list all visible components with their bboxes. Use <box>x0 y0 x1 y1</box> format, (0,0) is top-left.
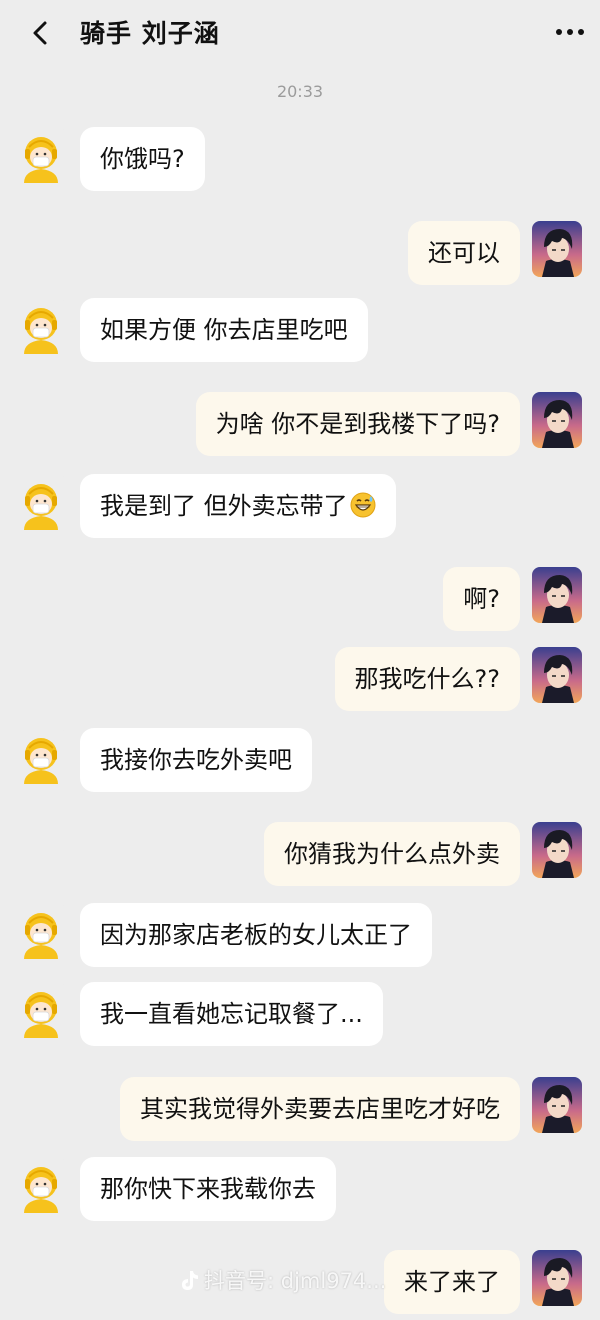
message-timestamp: 20:33 <box>276 82 324 101</box>
rider-character-icon <box>16 298 66 354</box>
message-row: 我是到了 但外卖忘带了 <box>0 474 600 544</box>
rider-avatar[interactable] <box>16 127 66 183</box>
douyin-logo-icon <box>182 1271 198 1290</box>
anime-boy-icon <box>532 392 582 448</box>
message-row: 你饿吗? <box>0 127 600 197</box>
rider-character-icon <box>16 474 66 530</box>
message-row: 那你快下来我载你去 <box>0 1157 600 1227</box>
message-bubble[interactable]: 啊? <box>443 567 520 631</box>
rider-character-icon <box>16 127 66 183</box>
user-avatar[interactable] <box>532 567 582 623</box>
rider-avatar[interactable] <box>16 474 66 530</box>
watermark-text: 抖音号: djml974... <box>204 1269 387 1293</box>
message-bubble[interactable]: 我是到了 但外卖忘带了 <box>80 474 396 538</box>
message-bubble[interactable]: 我接你去吃外卖吧 <box>80 728 312 792</box>
message-bubble[interactable]: 其实我觉得外卖要去店里吃才好吃 <box>120 1077 520 1141</box>
rider-avatar[interactable] <box>16 1157 66 1213</box>
anime-boy-icon <box>532 567 582 623</box>
message-bubble[interactable]: 你饿吗? <box>80 127 205 191</box>
message-row: 啊? <box>0 567 600 637</box>
user-avatar[interactable] <box>532 647 582 703</box>
user-avatar[interactable] <box>532 1250 582 1306</box>
user-avatar[interactable] <box>532 1077 582 1133</box>
rider-character-icon <box>16 903 66 959</box>
message-bubble[interactable]: 那你快下来我载你去 <box>80 1157 336 1221</box>
rider-character-icon <box>16 1157 66 1213</box>
chat-title: 骑手 刘子涵 <box>80 19 220 48</box>
more-options-icon[interactable] <box>554 24 586 40</box>
chat-header: 骑手 刘子涵 <box>0 0 600 68</box>
rider-character-icon <box>16 728 66 784</box>
message-row: 为啥 你不是到我楼下了吗? <box>0 392 600 462</box>
message-bubble[interactable]: 如果方便 你去店里吃吧 <box>80 298 368 362</box>
message-text: 我是到了 但外卖忘带了 <box>100 492 348 520</box>
rider-character-icon <box>16 982 66 1038</box>
message-row: 你猜我为什么点外卖 <box>0 822 600 892</box>
anime-boy-icon <box>532 221 582 277</box>
user-avatar[interactable] <box>532 822 582 878</box>
anime-boy-icon <box>532 1250 582 1306</box>
grin-sweat-emoji-icon <box>350 492 376 518</box>
message-row: 如果方便 你去店里吃吧 <box>0 298 600 368</box>
rider-avatar[interactable] <box>16 728 66 784</box>
anime-boy-icon <box>532 822 582 878</box>
rider-avatar[interactable] <box>16 903 66 959</box>
user-avatar[interactable] <box>532 392 582 448</box>
message-bubble[interactable]: 还可以 <box>408 221 520 285</box>
user-avatar[interactable] <box>532 221 582 277</box>
message-bubble[interactable]: 你猜我为什么点外卖 <box>264 822 520 886</box>
message-bubble[interactable]: 我一直看她忘记取餐了... <box>80 982 383 1046</box>
back-arrow-icon[interactable] <box>26 18 56 48</box>
message-row: 其实我觉得外卖要去店里吃才好吃 <box>0 1077 600 1147</box>
message-row: 那我吃什么?? <box>0 647 600 717</box>
message-bubble[interactable]: 为啥 你不是到我楼下了吗? <box>195 392 520 456</box>
message-row: 还可以 <box>0 221 600 291</box>
anime-boy-icon <box>532 1077 582 1133</box>
rider-avatar[interactable] <box>16 982 66 1038</box>
message-row: 我一直看她忘记取餐了... <box>0 982 600 1052</box>
message-row: 我接你去吃外卖吧 <box>0 728 600 798</box>
message-bubble[interactable]: 那我吃什么?? <box>334 647 520 711</box>
message-bubble[interactable]: 因为那家店老板的女儿太正了 <box>80 903 432 967</box>
douyin-watermark: 抖音号: djml974... <box>178 1266 386 1296</box>
message-row: 因为那家店老板的女儿太正了 <box>0 903 600 973</box>
rider-avatar[interactable] <box>16 298 66 354</box>
message-bubble[interactable]: 来了来了 <box>384 1250 520 1314</box>
anime-boy-icon <box>532 647 582 703</box>
